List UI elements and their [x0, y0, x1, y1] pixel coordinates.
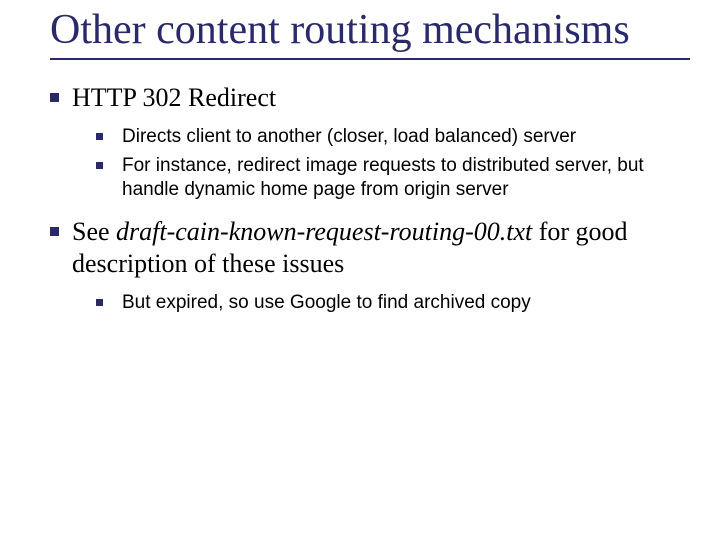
sub-bullet-list: But expired, so use Google to find archi… [72, 291, 670, 315]
slide-title: Other content routing mechanisms [50, 8, 670, 52]
bullet-list: HTTP 302 Redirect Directs client to anot… [50, 82, 670, 315]
bullet-text-italic: draft-cain-known-request-routing-00.txt [116, 217, 532, 246]
sub-bullet-list: Directs client to another (closer, load … [72, 125, 670, 202]
bullet-item: See draft-cain-known-request-routing-00.… [72, 216, 670, 315]
bullet-text-prefix: See [72, 217, 116, 246]
sub-bullet-item: Directs client to another (closer, load … [122, 125, 670, 149]
bullet-item: HTTP 302 Redirect Directs client to anot… [72, 82, 670, 202]
title-underline [50, 58, 690, 60]
slide: Other content routing mechanisms HTTP 30… [0, 0, 720, 349]
sub-bullet-item: For instance, redirect image requests to… [122, 154, 670, 202]
sub-bullet-item: But expired, so use Google to find archi… [122, 291, 670, 315]
bullet-text: HTTP 302 Redirect [72, 83, 276, 112]
